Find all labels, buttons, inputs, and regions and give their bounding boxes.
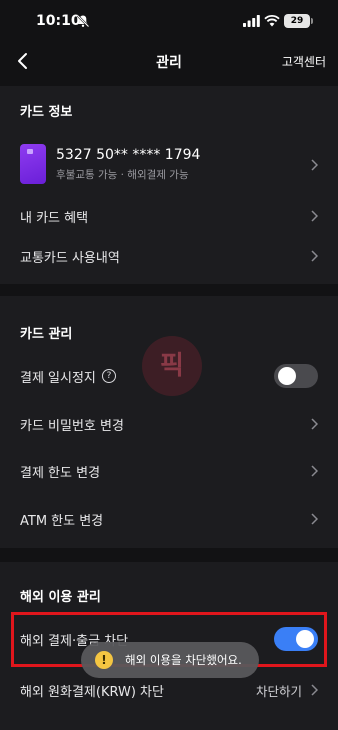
status-time: 10:10 [36, 13, 81, 29]
krw-block-value: 차단하기 [255, 684, 302, 699]
card-number: 5327 50** **** 1794 [56, 147, 201, 163]
my-card-benefits-row[interactable]: 내 카드 혜택 [0, 196, 338, 236]
help-icon[interactable]: ? [102, 369, 116, 383]
watermark-logo: 픽 [142, 336, 202, 396]
toast-message: 해외 이용을 차단했어요. [125, 653, 242, 667]
chevron-right-icon [311, 513, 318, 525]
signal-icon [243, 15, 260, 27]
card-thumbnail [20, 144, 46, 184]
toggle-knob [278, 367, 296, 385]
battery-icon: 29 [284, 14, 313, 28]
bell-muted-icon [76, 14, 90, 28]
support-link[interactable]: 고객센터 [282, 53, 326, 70]
transit-history-label: 교통카드 사용내역 [20, 251, 120, 266]
chevron-right-icon [311, 684, 318, 696]
chevron-right-icon [311, 418, 318, 430]
change-limit-row[interactable]: 결제 한도 변경 [0, 451, 338, 491]
wifi-icon [264, 14, 280, 27]
atm-limit-row[interactable]: ATM 한도 변경 [0, 499, 338, 539]
chevron-right-icon [311, 250, 318, 262]
card-info-title: 카드 정보 [20, 105, 73, 120]
top-nav: 관리 고객센터 [0, 44, 338, 80]
warning-icon: ! [95, 651, 113, 669]
change-pin-label: 카드 비밀번호 변경 [20, 419, 124, 434]
toast: ! 해외 이용을 차단했어요. [81, 642, 259, 678]
card-features: 후불교통 가능 · 해외결제 가능 [56, 169, 189, 181]
krw-block-label: 해외 원화결제(KRW) 차단 [20, 685, 164, 700]
atm-limit-label: ATM 한도 변경 [20, 514, 104, 529]
change-pin-row[interactable]: 카드 비밀번호 변경 [0, 404, 338, 444]
battery-level: 29 [290, 16, 304, 26]
my-card-benefits-label: 내 카드 혜택 [20, 211, 89, 226]
status-bar: 10:10 29 [0, 0, 338, 44]
payment-pause-label: 결제 일시정지 [20, 371, 96, 386]
card-management-title: 카드 관리 [20, 327, 73, 342]
overseas-title: 해외 이용 관리 [20, 590, 101, 605]
chevron-right-icon [311, 210, 318, 222]
payment-pause-toggle[interactable] [274, 364, 318, 388]
change-limit-label: 결제 한도 변경 [20, 466, 101, 481]
chevron-right-icon [311, 159, 318, 171]
chevron-right-icon [311, 465, 318, 477]
transit-history-row[interactable]: 교통카드 사용내역 [0, 236, 338, 276]
